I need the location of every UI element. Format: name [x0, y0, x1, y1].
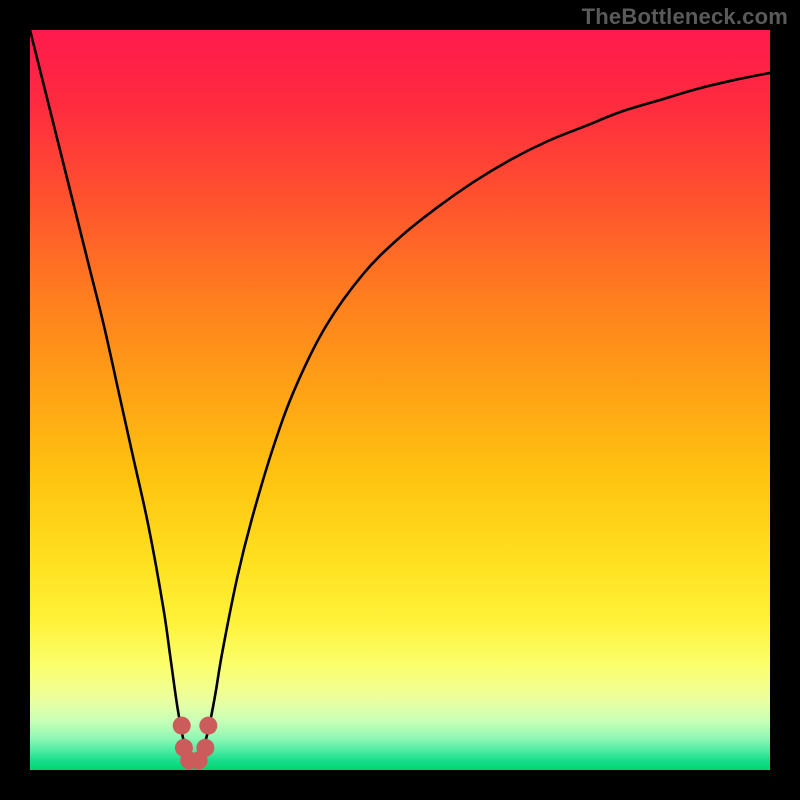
watermark-text: TheBottleneck.com	[582, 4, 788, 30]
optimal-marker	[199, 717, 217, 735]
optimal-marker	[196, 739, 214, 757]
optimal-marker	[173, 717, 191, 735]
bottleneck-chart	[30, 30, 770, 770]
plot-background	[30, 30, 770, 770]
